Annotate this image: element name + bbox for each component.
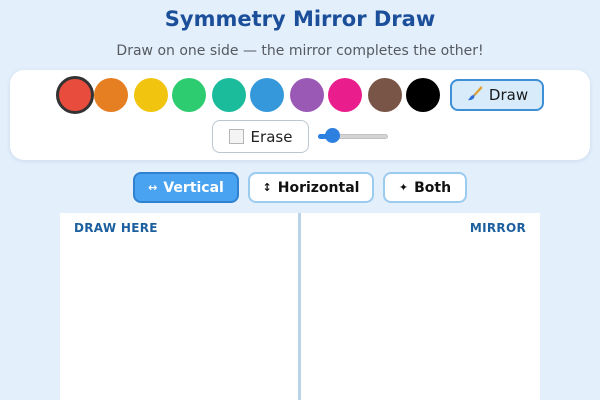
- page-subtitle: Draw on one side — the mirror completes …: [116, 43, 484, 59]
- color-swatch[interactable]: [328, 78, 362, 112]
- color-swatch[interactable]: [212, 78, 246, 112]
- mode-button-vertical[interactable]: ↔ Vertical: [133, 172, 239, 203]
- mode-label: Both: [414, 179, 452, 196]
- erase-button-label: Erase: [250, 127, 293, 146]
- color-swatch[interactable]: [94, 78, 128, 112]
- mode-icon: ↕: [262, 181, 272, 194]
- paintbrush-icon: [466, 84, 484, 106]
- page-title: Symmetry Mirror Draw: [164, 7, 436, 31]
- mode-button-both[interactable]: ✦ Both: [383, 172, 467, 203]
- mode-icon: ✦: [398, 181, 409, 194]
- erase-button[interactable]: Erase: [212, 120, 309, 153]
- mirror-divider: [298, 213, 301, 400]
- mode-label: Horizontal: [277, 179, 360, 196]
- toolbar: Draw Erase: [10, 70, 590, 160]
- slider-thumb[interactable]: [325, 128, 340, 143]
- mode-icon: ↔: [148, 181, 158, 194]
- mode-button-horizontal[interactable]: ↕ Horizontal: [248, 172, 374, 203]
- mode-label: Vertical: [163, 179, 224, 196]
- mirror-pane-label: MIRROR: [469, 221, 526, 235]
- color-swatch[interactable]: [290, 78, 324, 112]
- color-swatch[interactable]: [368, 78, 402, 112]
- draw-button[interactable]: Draw: [450, 79, 544, 111]
- eraser-square-icon: [228, 129, 244, 144]
- draw-pane-label: DRAW HERE: [74, 221, 158, 235]
- color-swatch[interactable]: [134, 78, 168, 112]
- color-swatch[interactable]: [172, 78, 206, 112]
- brush-size-slider[interactable]: [318, 128, 388, 143]
- draw-button-label: Draw: [488, 86, 529, 104]
- drawing-canvas[interactable]: DRAW HERE MIRROR: [60, 213, 540, 400]
- color-swatch[interactable]: [250, 78, 284, 112]
- color-swatch[interactable]: [56, 76, 94, 114]
- color-swatch[interactable]: [406, 78, 440, 112]
